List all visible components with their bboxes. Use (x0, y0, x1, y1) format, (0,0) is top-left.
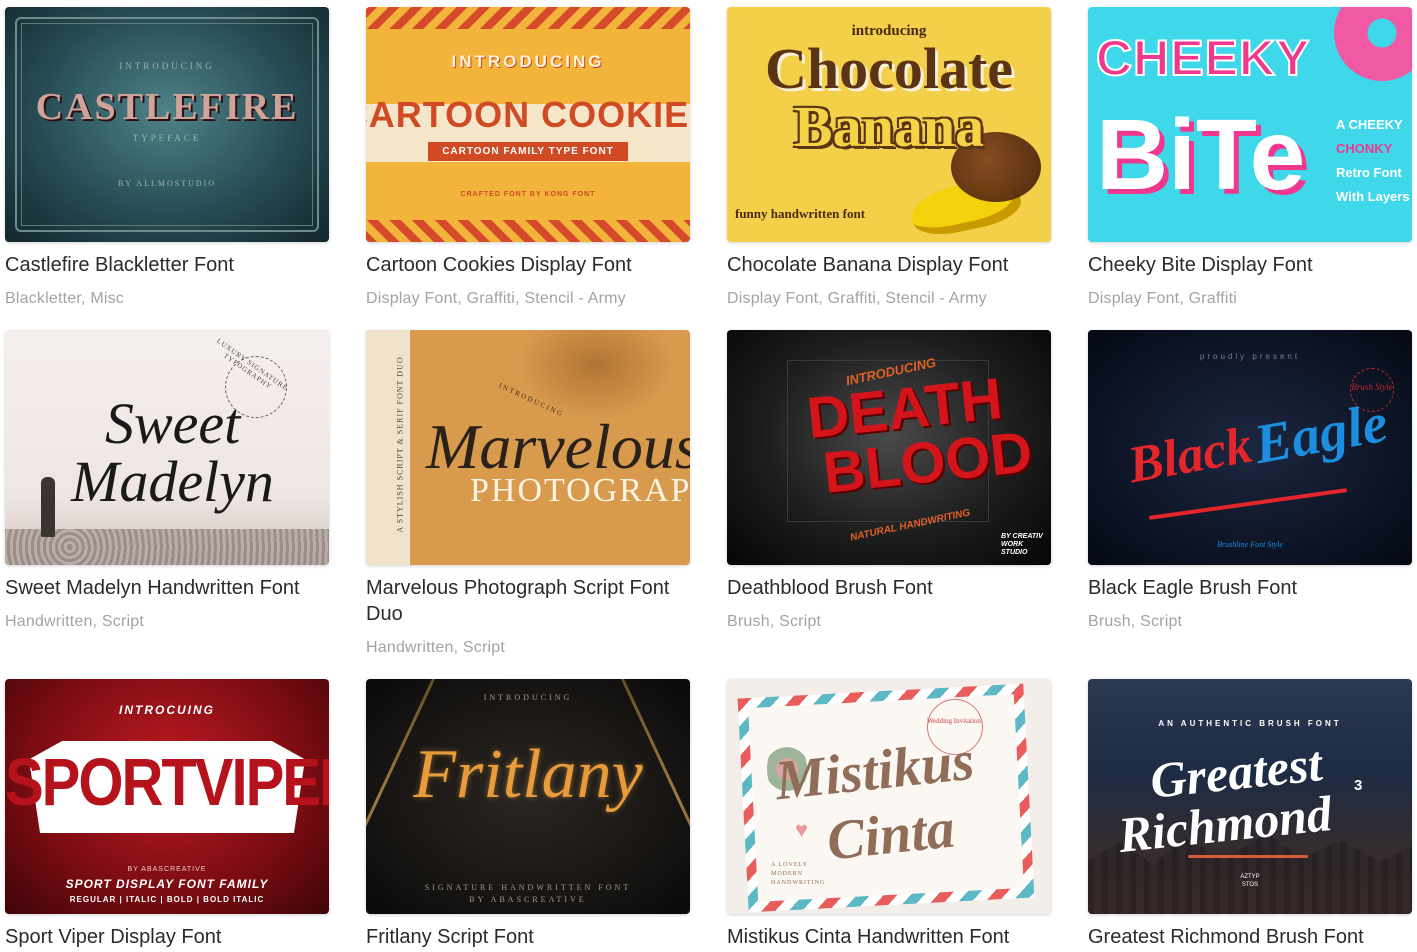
category-link[interactable]: Display Font (1088, 290, 1179, 307)
font-categories: Handwritten, Script (5, 613, 144, 630)
font-title[interactable]: Cheeky Bite Display Font (1088, 252, 1412, 278)
font-thumbnail[interactable]: LUXURY SIGNATURE TYPOGRAPHY Sweet Madely… (5, 330, 329, 565)
thumb-byline: BY ABASCREATIVE (469, 895, 587, 904)
thumb-sub: SIGNATURE HANDWRITTEN FONT (424, 883, 632, 892)
thumb-sub: A LOVELY MODERN HANDWRITING (771, 862, 826, 886)
thumb-font-name-2: Madelyn (71, 449, 274, 514)
font-thumbnail[interactable]: INTRODUCING CASTLEFIRE TYPEFACE BY ALLMO… (5, 7, 329, 242)
category-link[interactable]: Graffiti (1189, 290, 1237, 307)
thumb-intro: INTRODUCING (451, 51, 605, 71)
thumb-byline: BY ALLMOSTUDIO (117, 179, 217, 188)
font-thumbnail[interactable]: INTRODUCING CARTOON COOKIES CARTOON FAMI… (366, 7, 690, 242)
thumb-byline: REGULAR | ITALIC | BOLD | BOLD ITALIC (69, 895, 265, 904)
thumb-byline: CRAFTED FONT BY KONG FONT (460, 190, 596, 198)
thumb-font-name: CHEEKY (1095, 30, 1311, 86)
font-thumbnail[interactable]: proudly present Brush Style Black Eagle … (1088, 330, 1412, 565)
font-thumbnail[interactable]: CHEEKY BiTe A CHEEKY CHONKY Retro Font W… (1088, 7, 1412, 242)
font-title[interactable]: Cartoon Cookies Display Font (366, 252, 690, 278)
thumb-intro: INTROCUING (119, 703, 215, 717)
thumb-font-name: Black (1123, 416, 1257, 495)
font-title[interactable]: Castlefire Blackletter Font (5, 252, 329, 278)
font-categories: Handwritten, Script (366, 639, 505, 656)
font-thumbnail[interactable]: INTRODUCING Fritlany SIGNATURE HANDWRITT… (366, 679, 690, 914)
category-link[interactable]: Display Font (366, 290, 457, 307)
thumb-byline: AZTYP STOS (1240, 874, 1260, 888)
thumb-sub: TYPEFACE (132, 133, 202, 143)
font-title[interactable]: Deathblood Brush Font (727, 575, 1051, 601)
font-categories: Blackletter, Misc (5, 290, 124, 307)
thumb-by: BY ABASCREATIVE (127, 866, 207, 873)
thumb-intro: AN AUTHENTIC BRUSH FONT (1158, 719, 1342, 728)
thumb-font-name-2: Banana (793, 94, 985, 159)
thumb-font-name-2: BiTe (1096, 99, 1306, 211)
font-categories: Brush, Script (1088, 613, 1183, 630)
font-title[interactable]: Fritlany Script Font (366, 924, 690, 950)
font-title[interactable]: Sport Viper Display Font (5, 924, 329, 950)
font-thumbnail[interactable]: AN AUTHENTIC BRUSH FONT Greatest Richmon… (1088, 679, 1412, 914)
category-link[interactable]: Graffiti (467, 290, 515, 307)
thumb-intro: INTRODUCING (119, 61, 215, 71)
font-categories: Display Font, Graffiti, Stencil - Army (727, 290, 987, 307)
category-link[interactable]: Brush (727, 613, 770, 630)
category-link[interactable]: Display Font (727, 290, 818, 307)
font-categories: Display Font, Graffiti (1088, 290, 1238, 307)
thumb-badge: 3 (1354, 777, 1363, 794)
thumb-sub: CARTOON FAMILY TYPE FONT (428, 141, 628, 161)
category-link[interactable]: Handwritten (5, 613, 93, 630)
thumb-intro: INTRODUCING (483, 693, 573, 702)
category-link[interactable]: Blackletter (5, 290, 81, 307)
thumb-font-name-2: Eagle (1249, 391, 1393, 477)
thumb-font-name: Fritlany (413, 736, 643, 813)
thumb-side-text: A CHEEKY CHONKY Retro Font With Layers (1336, 117, 1410, 204)
font-categories: Display Font, Graffiti, Stencil - Army (366, 290, 626, 307)
font-thumbnail[interactable]: INTRODUCING DEATH BLOOD NATURAL HANDWRIT… (727, 330, 1051, 565)
thumb-byline: BY CREATIV WORK STUDIO (1001, 533, 1043, 556)
thumb-font-name-2: Cinta (824, 797, 958, 873)
category-link[interactable]: Script (463, 639, 505, 656)
font-title[interactable]: Marvelous Photograph Script Font Duo (366, 575, 690, 627)
thumb-side-text: A STYLISH SCRIPT & SERIF FONT DUO (395, 356, 405, 533)
font-title[interactable]: Mistikus Cinta Handwritten Font (727, 924, 1051, 950)
thumb-font-name: Sweet (105, 391, 241, 456)
thumb-badge: Brush Style (1351, 382, 1393, 392)
category-link[interactable]: Stencil - Army (524, 290, 626, 307)
category-link[interactable]: Handwritten (366, 639, 454, 656)
font-thumbnail[interactable]: Wedding Invitation Mistikus Cinta ♥ A LO… (727, 679, 1051, 914)
heart-icon: ♥ (795, 817, 809, 842)
font-thumbnail[interactable]: A STYLISH SCRIPT & SERIF FONT DUO INTROD… (366, 330, 690, 565)
thumb-sub: funny handwritten font (735, 206, 866, 221)
category-link[interactable]: Script (1140, 613, 1182, 630)
thumb-intro: proudly present (1199, 352, 1301, 361)
thumb-font-name: CASTLEFIRE (35, 86, 299, 128)
category-link[interactable]: Misc (90, 290, 124, 307)
thumb-font-name: Chocolate (764, 36, 1014, 101)
font-title[interactable]: Greatest Richmond Brush Font (1088, 924, 1412, 950)
thumb-sub: Brushline Font Style (1217, 540, 1283, 549)
thumb-font-name: SPORTVIPER (5, 745, 329, 820)
font-title[interactable]: Chocolate Banana Display Font (727, 252, 1051, 278)
thumb-font-name-2: PHOTOGRAPH (470, 472, 690, 509)
font-title[interactable]: Black Eagle Brush Font (1088, 575, 1412, 601)
category-link[interactable]: Brush (1088, 613, 1131, 630)
font-categories: Brush, Script (727, 613, 822, 630)
category-link[interactable]: Graffiti (828, 290, 876, 307)
category-link[interactable]: Script (102, 613, 144, 630)
thumb-font-name-2: Richmond (1115, 784, 1335, 864)
category-link[interactable]: Stencil - Army (885, 290, 987, 307)
font-thumbnail[interactable]: INTROCUING SPORTVIPER BY ABASCREATIVE SP… (5, 679, 329, 914)
font-title[interactable]: Sweet Madelyn Handwritten Font (5, 575, 329, 601)
category-link[interactable]: Script (779, 613, 821, 630)
thumb-sub: SPORT DISPLAY FONT FAMILY (65, 877, 269, 891)
thumb-font-name: CARTOON COOKIES (366, 93, 690, 135)
font-thumbnail[interactable]: introducing Chocolate Banana funny handw… (727, 7, 1051, 242)
thumb-stamp: Wedding Invitation (926, 717, 982, 725)
